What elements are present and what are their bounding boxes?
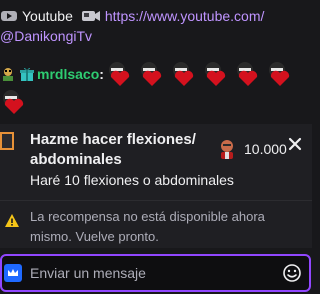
youtube-icon	[0, 9, 18, 23]
heart-emote-icon[interactable]	[234, 60, 262, 88]
close-icon	[288, 137, 302, 151]
heart-emote-icon[interactable]	[0, 88, 28, 116]
chat-message: mrdlsaco :	[0, 60, 312, 116]
reward-description: Haré 10 flexiones o abdominales	[30, 172, 234, 188]
emoji-picker-icon[interactable]	[282, 263, 302, 283]
chat-colon: :	[99, 66, 104, 82]
reward-cost: 10.000	[216, 138, 287, 160]
chat-panel: Youtube https://www.youtube.com/ @Daniko…	[0, 0, 312, 294]
youtube-link[interactable]: https://www.youtube.com/	[105, 6, 265, 26]
channel-points-icon	[221, 140, 233, 159]
chat-message-row	[0, 88, 312, 116]
chat-username[interactable]: mrdlsaco	[37, 66, 99, 82]
warning-icon	[5, 214, 19, 227]
warning-text: La recompensa no está disponible ahora m…	[30, 209, 265, 244]
heart-emote-icon[interactable]	[266, 60, 294, 88]
reward-unavailable-notice: La recompensa no está disponible ahora m…	[0, 200, 312, 248]
reward-cost-value: 10.000	[244, 141, 287, 157]
chat-message-row: mrdlsaco :	[0, 60, 312, 88]
heart-emote-icon[interactable]	[202, 60, 230, 88]
heart-emote-icon[interactable]	[138, 60, 166, 88]
chat-message-line-1: Youtube https://www.youtube.com/	[0, 6, 312, 26]
heart-emote-icon[interactable]	[170, 60, 198, 88]
youtube-label: Youtube	[22, 8, 73, 24]
chat-composer	[0, 254, 311, 292]
crown-icon[interactable]	[4, 264, 22, 282]
heart-emote-icon[interactable]	[106, 60, 134, 88]
reward-panel: Hazme hacer flexiones/ abdominales Haré …	[0, 124, 312, 200]
chat-message-line-2: @DanikongiTv	[0, 26, 312, 46]
channel-handle-link[interactable]: @DanikongiTv	[0, 26, 92, 46]
user-badge-icon[interactable]	[0, 66, 16, 82]
gift-badge-icon[interactable]	[19, 66, 35, 82]
emote-row	[106, 60, 298, 88]
camera-icon	[81, 8, 101, 24]
chat-message: Youtube https://www.youtube.com/ @Daniko…	[0, 6, 312, 46]
close-button[interactable]	[285, 134, 305, 154]
reward-title: Hazme hacer flexiones/ abdominales	[30, 131, 196, 168]
reward-thumbnail-icon	[0, 132, 14, 150]
chat-input[interactable]	[30, 262, 260, 284]
